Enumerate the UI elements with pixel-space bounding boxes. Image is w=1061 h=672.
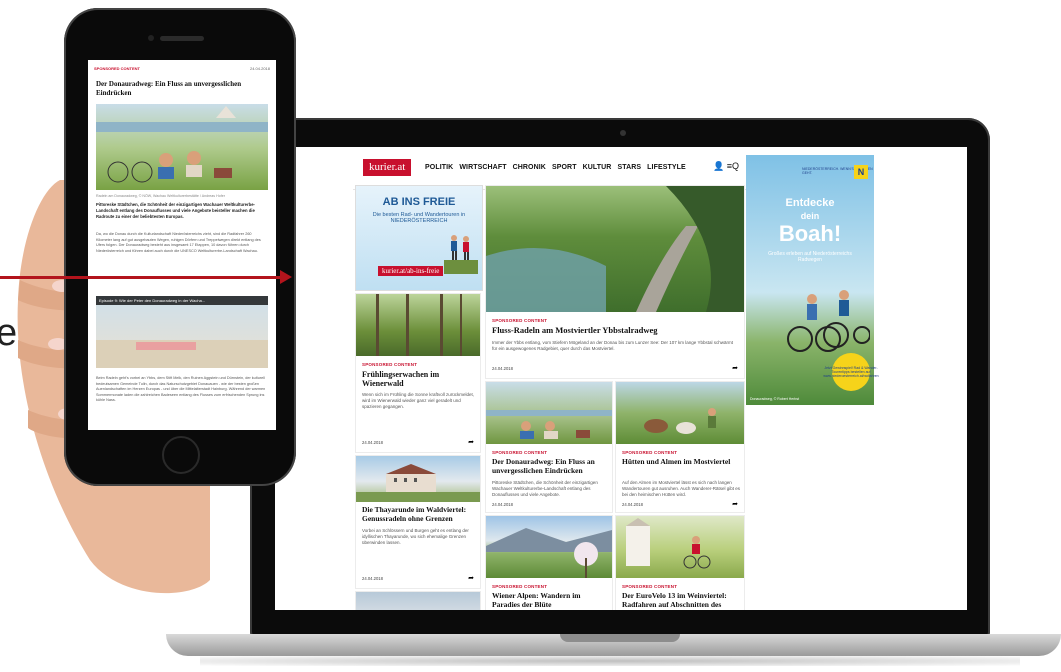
hikers-illustration — [444, 235, 478, 274]
ad-subline: Großes erleben auf Niederösterreichs Rad… — [768, 251, 852, 263]
article-title[interactable]: Fluss-Radeln am Mostviertler Ybbstalradw… — [492, 325, 738, 336]
arrow-line — [0, 276, 284, 279]
cyclists-illustration — [787, 290, 870, 352]
ad-photo-credit: Donauradweg, © Robert Herbst — [750, 397, 800, 401]
embedded-video[interactable]: Episode 9: Wie der Peter den Donauradweg… — [96, 296, 268, 368]
site-header: kurier.at POLITIK WIRTSCHAFT CHRONIK SPO… — [353, 147, 751, 190]
article-card-hero[interactable]: SPONSORED CONTENT Fluss-Radeln am Mostvi… — [485, 185, 745, 379]
article-card-thaya[interactable]: Die Thayarunde im Waldviertel: Genussrad… — [355, 455, 481, 589]
nav-item-lifestyle[interactable]: LIFESTYLE — [647, 164, 686, 171]
share-icon[interactable]: ➦ — [468, 438, 474, 446]
article-title[interactable]: Frühlingserwachen im Wienerwald — [362, 370, 474, 388]
ad-line-3: Boah! — [778, 221, 842, 246]
ad-ab-ins-freie[interactable]: AB INS FREIE Die besten Rad- und Wandert… — [355, 185, 483, 291]
nav-item-wirtschaft[interactable]: WIRTSCHAFT — [459, 164, 506, 171]
picnic-couple-illustration — [96, 106, 268, 183]
video-title: Episode 9: Wie der Peter den Donauradweg… — [96, 296, 268, 305]
article-date: 24.04.2018 — [249, 66, 270, 71]
article-teaser: Immer der Ybbs entlang, vom Stiefern Mög… — [492, 340, 733, 352]
river-trail-illustration — [486, 186, 744, 312]
article-title[interactable]: Hütten und Almen im Mostviertel — [622, 457, 740, 467]
castle-illustration — [356, 464, 480, 502]
article-card-wiener-alpen[interactable]: SPONSORED CONTENT Wiener Alpen: Wandern … — [485, 515, 613, 610]
cyclists-chapel-illustration — [626, 518, 711, 569]
image-caption: Radeln am Donauradweg, © NÖW, Wachau Wel… — [96, 194, 225, 198]
nav-item-stars[interactable]: STARS — [617, 164, 641, 171]
article-date: 24.04.2018 — [362, 440, 383, 445]
article-body-continued: Beim Radeln geht's vorbei an Ybbs, dem S… — [96, 376, 266, 402]
phone-screen: SPONSORED CONTENT 24.04.2018 Der Donaura… — [88, 60, 276, 430]
sponsored-tag: SPONSORED CONTENT — [492, 318, 548, 323]
laptop-shadow — [200, 656, 1020, 666]
article-teaser: Pittoreske Städtchen, die Schönheit der … — [492, 480, 598, 498]
share-icon[interactable]: ➦ — [732, 500, 738, 508]
ad-subline: Die besten Rad- und Wandertouren in NIED… — [372, 212, 466, 224]
article-teaser: Wenn sich im Frühling die Sonne kraftvol… — [362, 392, 474, 410]
nav-item-politik[interactable]: POLITIK — [425, 164, 453, 171]
ad-line-2: dein — [800, 211, 820, 221]
arrow-right-icon — [280, 270, 292, 284]
laptop-camera — [620, 130, 626, 136]
laptop-screen: kurier.at POLITIK WIRTSCHAFT CHRONIK SPO… — [275, 147, 967, 610]
promo-composition: e kurier.at POLITIK WIRTSCHAFT CHRONIK S… — [0, 0, 1061, 672]
ad-url[interactable]: kurier.at/ab-ins-freie — [378, 266, 444, 276]
phone-speaker — [160, 36, 204, 41]
article-date: 24.04.2018 — [622, 502, 643, 507]
sponsored-tag: SPONSORED CONTENT — [492, 584, 548, 589]
article-date: 24.04.2018 — [492, 366, 513, 371]
laptop-notch — [560, 634, 680, 642]
mountain-blossom-illustration — [486, 528, 612, 578]
article-lead: Pittoreske Städtchen, die Schönheit der … — [96, 202, 255, 219]
article-body: Da, wo die Donau durch die Kulturlandsch… — [96, 232, 261, 253]
kurier-website: kurier.at POLITIK WIRTSCHAFT CHRONIK SPO… — [353, 147, 751, 610]
article-date: 24.04.2018 — [362, 576, 383, 581]
article-image — [356, 456, 480, 502]
article-card-fruehling[interactable]: SPONSORED CONTENT Frühlingserwachen im W… — [355, 293, 481, 453]
article-image — [356, 294, 480, 356]
main-nav: POLITIK WIRTSCHAFT CHRONIK SPORT KULTUR … — [425, 164, 686, 171]
nav-item-chronik[interactable]: CHRONIK — [513, 164, 546, 171]
article-date: 24.04.2018 — [492, 502, 513, 507]
forest-illustration — [376, 294, 462, 356]
sponsored-tag: SPONSORED CONTENT — [362, 362, 418, 367]
nav-item-kultur[interactable]: KULTUR — [583, 164, 612, 171]
article-teaser: Vorbei an Schlössern und Burgen geht es … — [362, 528, 469, 546]
article-image — [616, 516, 744, 578]
picnic-illustration — [486, 410, 612, 439]
noe-logo-icon: N — [854, 165, 868, 179]
ad-line-1: Entdecke — [785, 197, 835, 209]
article-image — [616, 382, 744, 444]
article-hero-image — [96, 104, 268, 190]
article-title[interactable]: Der EuroVelo 13 im Weinviertel: Radfahre… — [622, 591, 740, 609]
ad-headline: AB INS FREIE — [382, 196, 456, 208]
phone-camera — [148, 35, 154, 41]
article-card-partial[interactable] — [355, 591, 481, 610]
header-user-search-icons[interactable]: 👤 ≡Q — [713, 161, 739, 172]
article-title[interactable]: Die Thayarunde im Waldviertel: Genussrad… — [362, 505, 474, 523]
site-logo[interactable]: kurier.at — [363, 159, 412, 176]
article-card-huetten[interactable]: SPONSORED CONTENT Hütten und Almen im Mo… — [615, 381, 745, 513]
share-icon[interactable]: ➦ — [732, 364, 738, 372]
hero-image — [486, 186, 744, 312]
article-card-eurovelo[interactable]: SPONSORED CONTENT Der EuroVelo 13 im Wei… — [615, 515, 745, 610]
ad-gewinnspiel-badge[interactable]: Jetzt Gewinnspiel! Rad & Wander-Tourenti… — [823, 353, 879, 391]
ad-niederoesterreich[interactable]: NIEDERÖSTERREICH. WENN'S UM LEBEN GEHT. … — [746, 155, 879, 405]
article-title[interactable]: Wiener Alpen: Wandern im Paradies der Bl… — [492, 591, 608, 609]
article-image — [486, 382, 612, 444]
sponsored-tag: SPONSORED CONTENT — [94, 66, 141, 71]
article-title[interactable]: Der Donauradweg: Ein Fluss an unvergessl… — [492, 457, 608, 475]
article-teaser: Auf den Almen im Mostviertel lässt es si… — [622, 480, 740, 498]
nav-item-sport[interactable]: SPORT — [552, 164, 577, 171]
phone-home-button[interactable] — [162, 436, 200, 474]
cows-illustration — [644, 408, 716, 434]
sponsored-tag: SPONSORED CONTENT — [492, 450, 548, 455]
article-title: Der Donauradweg: Ein Fluss an unvergessl… — [96, 80, 242, 98]
beach-picnic-illustration — [96, 340, 268, 368]
sponsored-tag: SPONSORED CONTENT — [622, 584, 678, 589]
article-card-donau[interactable]: SPONSORED CONTENT Der Donauradweg: Ein F… — [485, 381, 613, 513]
sponsored-tag: SPONSORED CONTENT — [622, 450, 678, 455]
share-icon[interactable]: ➦ — [468, 574, 474, 582]
article-image — [486, 516, 612, 578]
